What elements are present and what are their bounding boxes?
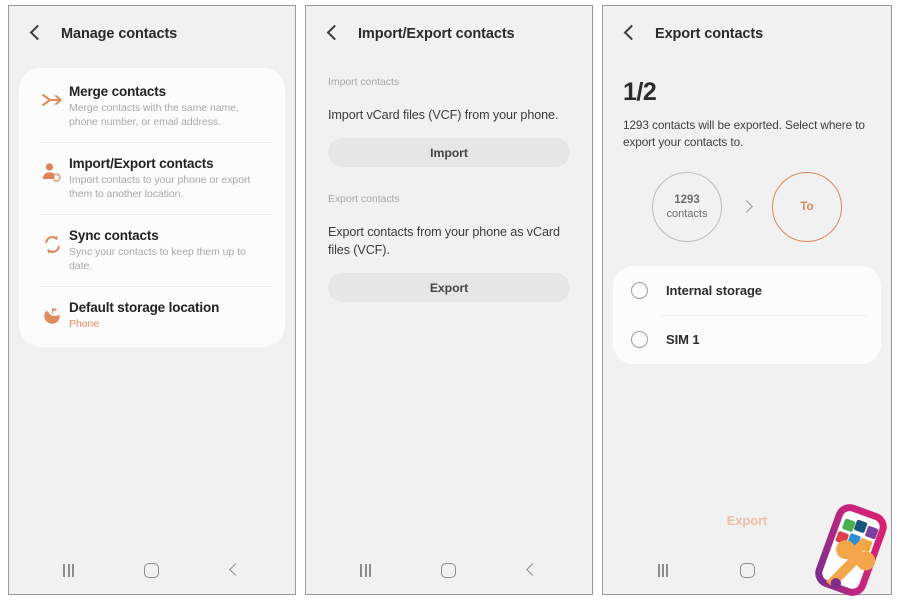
destination-option-internal-storage[interactable]: Internal storage — [613, 266, 881, 315]
person-sync-icon — [35, 157, 69, 187]
recent-apps-icon[interactable] — [643, 556, 683, 584]
sidebar-item-import-export-contacts[interactable]: Import/Export contacts Import contacts t… — [19, 142, 285, 214]
appbar-panel2: Import/Export contacts — [306, 6, 592, 62]
screenshot-stage: Manage contacts Merge contacts Merge con… — [0, 0, 900, 600]
sidebar-item-default-storage-location[interactable]: Default storage location Phone — [19, 286, 285, 345]
back-icon[interactable] — [215, 556, 255, 584]
phone-panel-export-contacts: Export contacts 1/2 1293 contacts will b… — [602, 5, 892, 595]
destination-option-sim-1[interactable]: SIM 1 — [613, 315, 881, 364]
settings-card: Merge contacts Merge contacts with the s… — [19, 68, 285, 347]
appbar-panel1: Manage contacts — [9, 6, 295, 62]
chevron-right-icon — [740, 197, 754, 217]
recent-apps-icon[interactable] — [49, 556, 89, 584]
import-export-body: Import contacts Import vCard files (VCF)… — [306, 62, 592, 550]
back-icon[interactable] — [512, 556, 552, 584]
export-wizard-body: 1/2 1293 contacts will be exported. Sele… — [603, 62, 891, 550]
page-title: Import/Export contacts — [358, 26, 515, 42]
export-wizard-header: 1/2 1293 contacts will be exported. Sele… — [603, 62, 891, 150]
export-button[interactable]: Export — [328, 273, 570, 302]
row-subtitle: Import contacts to your phone or export … — [69, 174, 251, 200]
merge-arrows-icon — [35, 85, 69, 115]
sidebar-item-merge-contacts[interactable]: Merge contacts Merge contacts with the s… — [19, 70, 285, 142]
radio-icon[interactable] — [631, 282, 648, 299]
row-title: Sync contacts — [69, 228, 159, 243]
source-label: contacts — [666, 208, 708, 220]
target-circle[interactable]: To — [772, 172, 842, 242]
import-button[interactable]: Import — [328, 138, 570, 167]
row-subtitle: Sync your contacts to keep them up to da… — [69, 246, 246, 272]
android-navbar — [306, 550, 592, 594]
row-title: Import/Export contacts — [69, 156, 214, 171]
import-section-description: Import vCard files (VCF) from your phone… — [328, 108, 559, 122]
phone-panel-import-export: Import/Export contacts Import contacts I… — [305, 5, 593, 595]
source-circle: 1293 contacts — [652, 172, 722, 242]
back-icon[interactable] — [811, 556, 851, 584]
destination-label: SIM 1 — [666, 332, 700, 347]
phone-panel-manage-contacts: Manage contacts Merge contacts Merge con… — [8, 5, 296, 595]
sync-arrows-icon — [35, 229, 69, 259]
destination-list: Internal storage SIM 1 — [613, 266, 881, 364]
destination-label: Internal storage — [666, 283, 762, 298]
row-subtitle: Merge contacts with the same name, phone… — [69, 102, 239, 128]
import-section-label: Import contacts — [328, 76, 400, 88]
chevron-left-icon[interactable] — [322, 23, 344, 45]
target-label: To — [800, 201, 814, 213]
android-navbar — [603, 550, 891, 594]
recent-apps-icon[interactable] — [346, 556, 386, 584]
android-navbar — [9, 550, 295, 594]
appbar-panel3: Export contacts — [603, 6, 891, 62]
export-section-label: Export contacts — [328, 193, 400, 205]
row-subtitle-value: Phone — [69, 318, 100, 330]
page-title: Export contacts — [655, 26, 764, 42]
row-title: Default storage location — [69, 300, 220, 315]
export-section-description: Export contacts from your phone as vCard… — [328, 225, 560, 257]
home-icon[interactable] — [727, 556, 767, 584]
row-title: Merge contacts — [69, 84, 166, 99]
radio-icon[interactable] — [631, 331, 648, 348]
step-indicator: 1/2 — [623, 78, 657, 106]
home-icon[interactable] — [132, 556, 172, 584]
home-icon[interactable] — [429, 556, 469, 584]
export-confirm-button[interactable]: Export — [603, 513, 891, 550]
sidebar-item-sync-contacts[interactable]: Sync contacts Sync your contacts to keep… — [19, 214, 285, 286]
chevron-left-icon[interactable] — [25, 23, 47, 45]
page-title: Manage contacts — [61, 26, 178, 42]
storage-pie-icon — [35, 301, 69, 331]
source-count: 1293 — [674, 194, 700, 206]
export-description: 1293 contacts will be exported. Select w… — [623, 118, 865, 149]
transfer-diagram: 1293 contacts To — [603, 172, 891, 266]
chevron-left-icon[interactable] — [619, 23, 641, 45]
